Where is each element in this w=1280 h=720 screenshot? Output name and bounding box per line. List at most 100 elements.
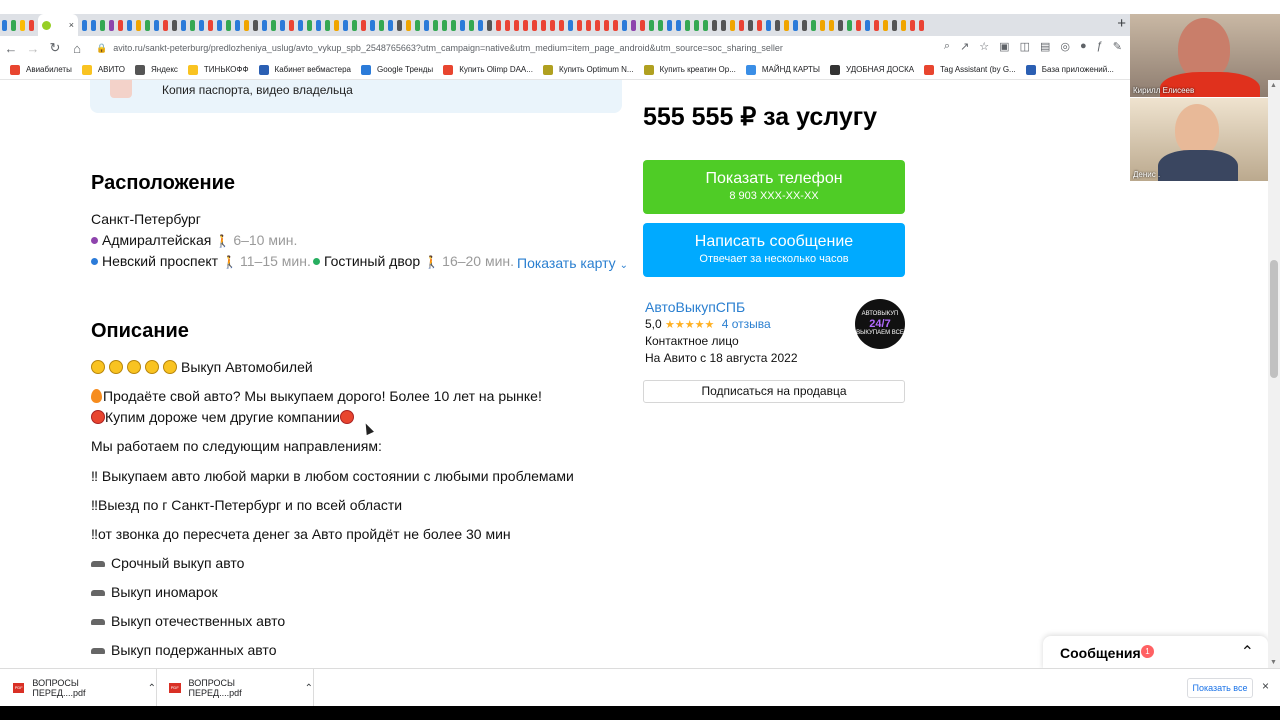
tab-favicon-icon[interactable] bbox=[496, 19, 501, 31]
tab-favicon-icon[interactable] bbox=[559, 19, 564, 31]
bookmark-item[interactable]: УДОБНАЯ ДОСКА bbox=[830, 64, 914, 75]
close-tab-icon[interactable]: × bbox=[69, 20, 74, 30]
tab-favicon-icon[interactable] bbox=[595, 19, 600, 31]
tab-favicon-icon[interactable] bbox=[388, 19, 393, 31]
tab-favicon-icon[interactable] bbox=[613, 19, 618, 31]
tab-favicon-icon[interactable] bbox=[280, 19, 285, 31]
tab-favicon-icon[interactable] bbox=[118, 19, 123, 31]
tab-favicon-icon[interactable] bbox=[622, 19, 627, 31]
chevron-up-icon[interactable]: ⌃ bbox=[1241, 642, 1254, 662]
tab-favicon-icon[interactable] bbox=[361, 19, 366, 31]
close-icon[interactable]: × bbox=[1262, 679, 1269, 693]
tab-favicon-icon[interactable] bbox=[163, 19, 168, 31]
tab-favicon-icon[interactable] bbox=[865, 19, 870, 31]
tab-favicon-icon[interactable] bbox=[586, 19, 591, 31]
extension-icon[interactable]: ▤ bbox=[1040, 40, 1050, 53]
tab-favicon-icon[interactable] bbox=[748, 19, 753, 31]
extension-icon[interactable]: ● bbox=[1080, 40, 1087, 53]
chevron-up-icon[interactable]: ⌃ bbox=[148, 683, 156, 694]
tab-favicon-icon[interactable] bbox=[190, 19, 195, 31]
tab-favicon-icon[interactable] bbox=[334, 19, 339, 31]
tab-favicon-icon[interactable] bbox=[109, 19, 114, 31]
scroll-up-icon[interactable]: ▲ bbox=[1270, 82, 1277, 89]
tab-favicon-icon[interactable] bbox=[892, 19, 897, 31]
reviews-link[interactable]: 4 отзыва bbox=[722, 317, 771, 331]
url-field[interactable]: avito.ru/sankt-peterburg/predlozheniya_u… bbox=[113, 43, 783, 53]
tab-favicon-icon[interactable] bbox=[667, 19, 672, 31]
show-map-link[interactable]: Показать карту ⌄ bbox=[517, 255, 628, 271]
tab-favicon-icon[interactable] bbox=[271, 19, 276, 31]
tab-favicon-icon[interactable] bbox=[514, 19, 519, 31]
eyedropper-icon[interactable]: ✎ bbox=[1113, 40, 1122, 53]
tab-favicon-icon[interactable] bbox=[658, 19, 663, 31]
extension-icon[interactable]: ◫ bbox=[1020, 40, 1030, 53]
tab-favicon-icon[interactable] bbox=[298, 19, 303, 31]
tab-favicon-icon[interactable] bbox=[856, 19, 861, 31]
tab-favicon-icon[interactable] bbox=[487, 19, 492, 31]
download-item[interactable]: PDF ВОПРОСЫ ПЕРЕД....pdf ⌃ bbox=[0, 669, 157, 707]
tab-favicon-icon[interactable] bbox=[901, 19, 906, 31]
tab-favicon-icon[interactable] bbox=[343, 19, 348, 31]
bookmark-item[interactable]: Tag Assistant (by G... bbox=[924, 64, 1016, 75]
tab-favicon-icon[interactable] bbox=[253, 19, 258, 31]
active-tab[interactable]: × bbox=[38, 14, 78, 36]
tab-favicon-icon[interactable] bbox=[199, 19, 204, 31]
tab-favicon-icon[interactable] bbox=[11, 19, 16, 31]
tab-favicon-icon[interactable] bbox=[820, 19, 825, 31]
tab-favicon-icon[interactable] bbox=[406, 19, 411, 31]
tab-favicon-icon[interactable] bbox=[694, 19, 699, 31]
tab-favicon-icon[interactable] bbox=[703, 19, 708, 31]
tab-favicon-icon[interactable] bbox=[829, 19, 834, 31]
tab-favicon-icon[interactable] bbox=[883, 19, 888, 31]
tab-favicon-icon[interactable] bbox=[262, 19, 267, 31]
tab-favicon-icon[interactable] bbox=[478, 19, 483, 31]
tab-favicon-icon[interactable] bbox=[289, 19, 294, 31]
bookmark-item[interactable]: Купить Olimp DAA... bbox=[443, 64, 533, 75]
seller-name-link[interactable]: АвтоВыкупСПБ bbox=[645, 299, 745, 315]
tab-favicon-icon[interactable] bbox=[811, 19, 816, 31]
tab-favicon-icon[interactable] bbox=[640, 19, 645, 31]
tab-favicon-icon[interactable] bbox=[397, 19, 402, 31]
tab-favicon-icon[interactable] bbox=[29, 19, 34, 31]
scrollbar[interactable]: ▲ ▼ bbox=[1268, 80, 1280, 668]
tab-favicon-icon[interactable] bbox=[244, 19, 249, 31]
tab-favicon-icon[interactable] bbox=[424, 19, 429, 31]
tab-favicon-icon[interactable] bbox=[739, 19, 744, 31]
scrollbar-thumb[interactable] bbox=[1270, 260, 1278, 378]
tab-favicon-icon[interactable] bbox=[847, 19, 852, 31]
tab-favicon-icon[interactable] bbox=[649, 19, 654, 31]
bookmark-item[interactable]: Google Тренды bbox=[360, 64, 433, 75]
tab-favicon-icon[interactable] bbox=[82, 19, 87, 31]
tab-favicon-icon[interactable] bbox=[838, 19, 843, 31]
show-phone-button[interactable]: Показать телефон 8 903 XXX-XX-XX bbox=[643, 160, 905, 214]
bookmark-item[interactable]: МАЙНД КАРТЫ bbox=[745, 64, 820, 75]
tab-favicon-icon[interactable] bbox=[469, 19, 474, 31]
tab-favicon-icon[interactable] bbox=[370, 19, 375, 31]
messages-widget[interactable]: Сообщения 1 ⌃ bbox=[1043, 636, 1268, 668]
show-all-downloads-button[interactable]: Показать все bbox=[1187, 678, 1253, 698]
tab-favicon-icon[interactable] bbox=[712, 19, 717, 31]
tab-favicon-icon[interactable] bbox=[181, 19, 186, 31]
tab-favicon-icon[interactable] bbox=[757, 19, 762, 31]
tab-favicon-icon[interactable] bbox=[577, 19, 582, 31]
tab-favicon-icon[interactable] bbox=[91, 19, 96, 31]
extension-icon[interactable]: ƒ bbox=[1097, 40, 1103, 53]
tab-favicon-icon[interactable] bbox=[784, 19, 789, 31]
tab-favicon-icon[interactable] bbox=[136, 19, 141, 31]
tab-favicon-icon[interactable] bbox=[460, 19, 465, 31]
bookmark-item[interactable]: Авиабилеты bbox=[10, 64, 72, 75]
tab-favicon-icon[interactable] bbox=[802, 19, 807, 31]
tab-favicon-icon[interactable] bbox=[154, 19, 159, 31]
new-tab-button[interactable]: + bbox=[1117, 15, 1126, 32]
tab-favicon-icon[interactable] bbox=[523, 19, 528, 31]
reload-icon[interactable]: ↻ bbox=[44, 40, 66, 56]
tab-favicon-icon[interactable] bbox=[316, 19, 321, 31]
zoom-icon[interactable]: ⌕ bbox=[944, 40, 950, 53]
tab-favicon-icon[interactable] bbox=[442, 19, 447, 31]
seller-avatar[interactable]: АВТОВЫКУП 24/7 ВЫКУПАЕМ ВСЕ bbox=[855, 299, 905, 349]
tab-favicon-icon[interactable] bbox=[505, 19, 510, 31]
tab-favicon-icon[interactable] bbox=[415, 19, 420, 31]
forward-icon[interactable]: → bbox=[22, 41, 44, 56]
tab-favicon-icon[interactable] bbox=[235, 19, 240, 31]
tab-favicon-icon[interactable] bbox=[550, 19, 555, 31]
